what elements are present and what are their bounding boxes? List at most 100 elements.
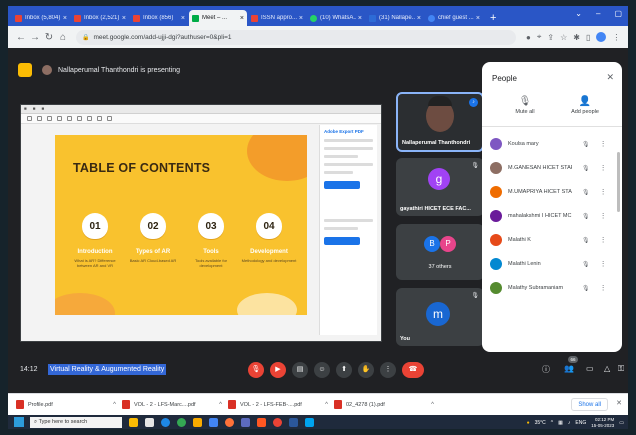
chrome-icon[interactable]: [177, 417, 186, 427]
emoji-button[interactable]: ☺: [314, 362, 330, 378]
word-icon[interactable]: [289, 417, 298, 427]
volume-icon[interactable]: ♪: [568, 420, 571, 426]
more-icon[interactable]: ⋮: [600, 140, 607, 148]
close-icon[interactable]: ×: [181, 15, 185, 22]
participant-tile[interactable]: 🎙︎ g gayathiri HICET ECE FAC...: [396, 158, 484, 216]
show-all-button[interactable]: Show all: [571, 398, 608, 411]
list-item[interactable]: Malathi K 🎙︎ ⋮: [482, 228, 622, 252]
toc-number: 04: [256, 213, 282, 239]
list-item[interactable]: M.UMAPRIYA HICET STAF...🎙︎⋮: [482, 180, 622, 204]
tab-chief-guest[interactable]: chief guest ... ×: [425, 10, 483, 26]
translate-icon[interactable]: ⌖: [537, 32, 542, 42]
more-icon[interactable]: ⋮: [600, 260, 607, 268]
list-item[interactable]: M.GANESAN HICET STAF... 🎙︎ ⋮: [482, 156, 622, 180]
tab-inbox-1[interactable]: Inbox (5,804) ×: [12, 10, 70, 26]
more-icon[interactable]: ⋮: [600, 212, 607, 220]
notification-icon[interactable]: ▭: [619, 420, 624, 426]
close-icon[interactable]: ×: [299, 15, 303, 22]
captions-button[interactable]: ▤: [292, 362, 308, 378]
camera-toggle-button[interactable]: ▶: [270, 362, 286, 378]
people-icon[interactable]: 👥: [564, 364, 574, 373]
network-icon[interactable]: ▦: [558, 420, 563, 426]
close-icon[interactable]: ✕: [616, 399, 622, 407]
chrome-icon[interactable]: [273, 417, 282, 427]
menu-icon[interactable]: ⋮: [612, 33, 620, 42]
activities-icon[interactable]: △: [604, 364, 610, 373]
folder-icon[interactable]: [193, 417, 202, 427]
more-icon[interactable]: ⋮: [600, 164, 607, 172]
tab-nallape[interactable]: (31) Nallape... ×: [366, 10, 424, 26]
download-item[interactable]: Profile.pdf ^: [16, 397, 116, 413]
shared-screen[interactable]: ■ ■ ■ TABLE OF CONTENTS 01 Introduction Wh…: [20, 104, 382, 342]
minimize-icon[interactable]: –: [596, 9, 600, 18]
list-item[interactable]: Malathy Subramaniam 🎙︎ ⋮: [482, 276, 622, 300]
url-bar[interactable]: 🔒 meet.google.com/add-ujji-dgi?authuser=…: [76, 29, 516, 45]
list-item[interactable]: mahalakshmi I HICET MC... 🎙︎ ⋮: [482, 204, 622, 228]
chevron-up-icon[interactable]: ^: [113, 402, 116, 408]
firefox-icon[interactable]: [225, 417, 234, 427]
close-icon[interactable]: ×: [476, 15, 480, 22]
mic-toggle-button[interactable]: 🎙︎: [248, 362, 264, 378]
explorer-icon[interactable]: [145, 417, 154, 427]
chevron-up-icon[interactable]: ^: [431, 402, 434, 408]
more-icon[interactable]: ⋮: [600, 188, 607, 196]
leave-call-button[interactable]: ☎: [402, 362, 424, 378]
present-button[interactable]: ⬆: [336, 362, 352, 378]
list-item[interactable]: Koulsa mary 🎙︎ ⋮: [482, 132, 622, 156]
info-icon[interactable]: ⓘ: [542, 364, 550, 375]
close-icon[interactable]: ×: [122, 15, 126, 22]
tray-chevron-icon[interactable]: ^: [551, 420, 553, 426]
profile-avatar[interactable]: [596, 32, 607, 42]
lock-icon[interactable]: ⚿: [618, 364, 624, 374]
chevron-up-icon[interactable]: ^: [219, 402, 222, 408]
app-icon[interactable]: [305, 417, 314, 427]
clock[interactable]: 02:12 PM 15-05-2023: [591, 417, 614, 428]
more-icon[interactable]: ⋮: [600, 236, 607, 244]
new-tab-button[interactable]: +: [484, 10, 502, 26]
weather-icon[interactable]: ●: [527, 420, 530, 426]
close-icon[interactable]: ×: [63, 15, 67, 22]
taskbar-search-input[interactable]: ⌕ Type here to search: [30, 416, 122, 428]
close-icon[interactable]: ×: [358, 15, 362, 22]
mute-all-button[interactable]: 🎙︎ Mute all: [500, 96, 550, 115]
task-view-icon[interactable]: [129, 417, 138, 427]
tab-meet[interactable]: Meet – ... ×: [189, 10, 247, 26]
chevron-up-icon[interactable]: ^: [325, 402, 328, 408]
close-icon[interactable]: ×: [417, 15, 421, 22]
store-icon[interactable]: [209, 417, 218, 427]
raise-hand-button[interactable]: ✋: [358, 362, 374, 378]
app-icon[interactable]: [257, 417, 266, 427]
extensions-icon[interactable]: ✱: [573, 33, 580, 42]
more-icon[interactable]: ⋮: [600, 284, 607, 292]
add-people-button[interactable]: 👤 Add people: [560, 96, 610, 115]
maximize-icon[interactable]: ▢: [614, 9, 622, 18]
close-icon[interactable]: ×: [240, 15, 244, 22]
home-icon[interactable]: ⌂: [56, 32, 70, 43]
shield-icon[interactable]: [241, 417, 250, 427]
sidepanel-icon[interactable]: ▯: [586, 33, 590, 42]
reload-icon[interactable]: ↻: [42, 32, 56, 43]
tab-search-icon[interactable]: ⌄: [575, 9, 582, 18]
participant-tile-host[interactable]: ♪ Nallaperumal Thanthondri: [396, 92, 484, 152]
windows-start-icon[interactable]: [14, 417, 24, 427]
download-item[interactable]: 02_4278 (1).pdf ^: [334, 397, 434, 413]
others-tile[interactable]: B P 37 others: [396, 224, 484, 280]
back-icon[interactable]: ←: [14, 32, 28, 43]
download-item[interactable]: VOL - 2 - LFS-FEB-....pdf ^: [228, 397, 328, 413]
language[interactable]: ENG: [575, 420, 586, 426]
star-icon[interactable]: ☆: [560, 33, 567, 42]
chat-icon[interactable]: ▭: [586, 364, 594, 373]
self-tile[interactable]: 🎙︎ m You: [396, 288, 484, 346]
more-options-button[interactable]: ⋮: [380, 362, 396, 378]
tab-whatsapp[interactable]: (10) WhatsA... ×: [307, 10, 365, 26]
edge-icon[interactable]: [161, 417, 170, 427]
tab-inbox-2[interactable]: Inbox (2,521) ×: [71, 10, 129, 26]
list-item[interactable]: Malathi Lenin 🎙︎ ⋮: [482, 252, 622, 276]
forward-icon[interactable]: →: [28, 32, 42, 43]
camera-icon[interactable]: ●: [526, 33, 531, 42]
tab-inbox-3[interactable]: Inbox (856) ×: [130, 10, 188, 26]
share-icon[interactable]: ⇪: [547, 33, 554, 42]
download-item[interactable]: VOL - 2 - LFS-Marc....pdf ^: [122, 397, 222, 413]
tab-issn[interactable]: ISSN appro... ×: [248, 10, 306, 26]
close-icon[interactable]: ✕: [606, 72, 614, 83]
